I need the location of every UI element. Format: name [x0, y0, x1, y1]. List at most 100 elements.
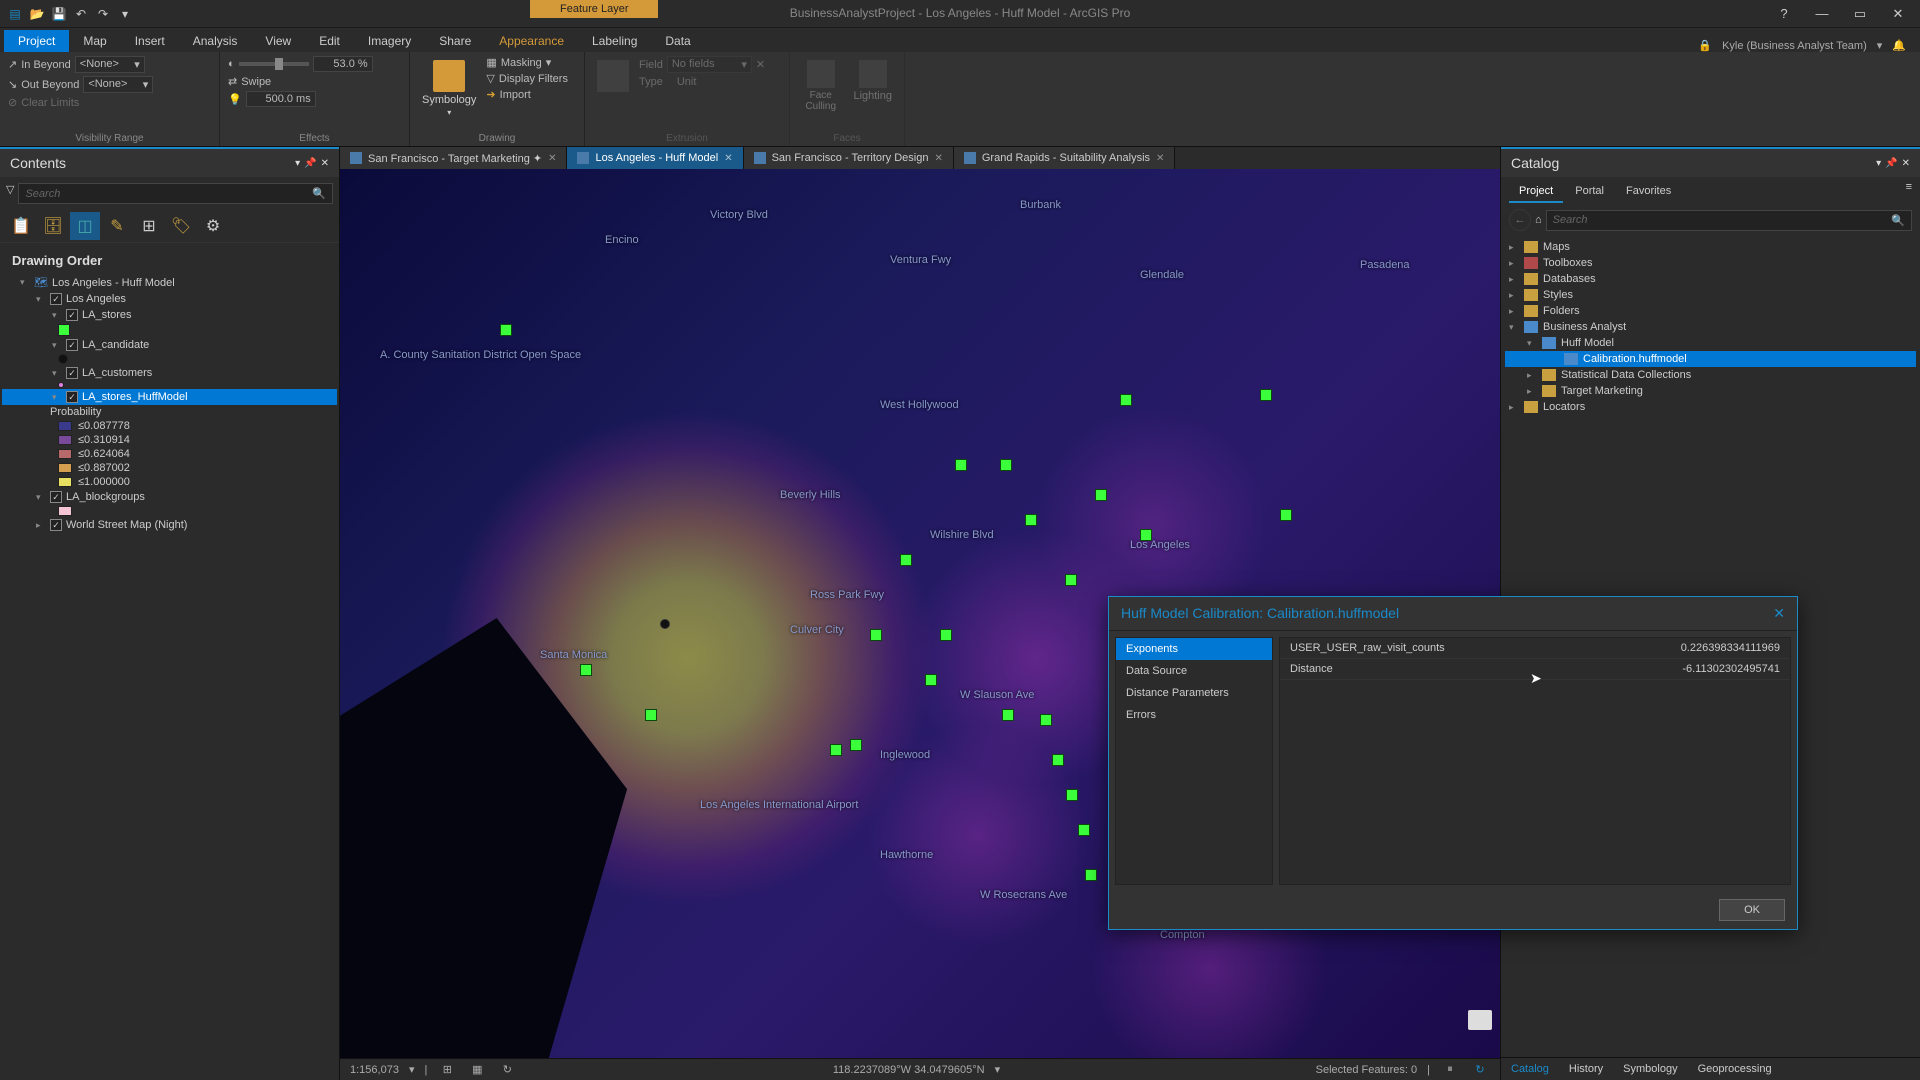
- notifications-icon[interactable]: 🔔: [1892, 39, 1906, 52]
- cat-toolboxes[interactable]: ▸Toolboxes: [1505, 255, 1916, 271]
- cat-huff[interactable]: ▾Huff Model: [1505, 335, 1916, 351]
- dialog-side-item[interactable]: Data Source: [1116, 660, 1272, 682]
- tab-view[interactable]: View: [251, 30, 305, 52]
- list-by-selection-icon[interactable]: ◫: [70, 212, 100, 240]
- tab-analysis[interactable]: Analysis: [179, 30, 252, 52]
- cat-tm[interactable]: ▸Target Marketing: [1505, 383, 1916, 399]
- store-point[interactable]: [1260, 389, 1272, 401]
- store-point[interactable]: [900, 554, 912, 566]
- transparency-value[interactable]: 53.0 %: [313, 56, 373, 72]
- help-button[interactable]: ?: [1766, 2, 1802, 26]
- store-point[interactable]: [500, 324, 512, 336]
- pane-autohide-icon[interactable]: 📌: [304, 158, 316, 169]
- store-point[interactable]: [850, 739, 862, 751]
- toc-layer-candidate[interactable]: ▾LA_candidate: [2, 337, 337, 353]
- tab-labeling[interactable]: Labeling: [578, 30, 651, 52]
- minimize-button[interactable]: —: [1804, 2, 1840, 26]
- qat-more-icon[interactable]: ▾: [116, 5, 134, 23]
- toc-group[interactable]: ▾Los Angeles: [2, 291, 337, 307]
- tab-share[interactable]: Share: [425, 30, 485, 52]
- layer-checkbox[interactable]: [66, 309, 78, 321]
- contents-search-input[interactable]: Search🔍: [18, 183, 333, 204]
- store-point[interactable]: [580, 664, 592, 676]
- scale-dropdown-icon[interactable]: ▾: [409, 1063, 415, 1076]
- tab-imagery[interactable]: Imagery: [354, 30, 425, 52]
- store-point[interactable]: [1025, 514, 1037, 526]
- cat-sdc[interactable]: ▸Statistical Data Collections: [1505, 367, 1916, 383]
- tab-edit[interactable]: Edit: [305, 30, 354, 52]
- sb-pause-icon[interactable]: ⏸: [1440, 1062, 1460, 1078]
- store-point[interactable]: [955, 459, 967, 471]
- catalog-menu-icon[interactable]: ≡: [1906, 181, 1912, 203]
- tab-data[interactable]: Data: [651, 30, 704, 52]
- sb-refresh-icon[interactable]: ↻: [1470, 1062, 1490, 1078]
- scale-value[interactable]: 1:156,073: [350, 1064, 399, 1076]
- candidate-point[interactable]: [660, 619, 670, 629]
- undo-icon[interactable]: ↶: [72, 5, 90, 23]
- swipe-label[interactable]: Swipe: [241, 76, 271, 88]
- chevron-up-icon[interactable]: ↗: [8, 58, 17, 71]
- context-tab-feature-layer[interactable]: Feature Layer: [530, 0, 658, 18]
- cat-databases[interactable]: ▸Databases: [1505, 271, 1916, 287]
- cat-ba[interactable]: ▾Business Analyst: [1505, 319, 1916, 335]
- layer-checkbox[interactable]: [50, 491, 62, 503]
- redo-icon[interactable]: ↷: [94, 5, 112, 23]
- store-point[interactable]: [1280, 509, 1292, 521]
- save-icon[interactable]: 💾: [50, 5, 68, 23]
- pane-autohide-icon[interactable]: 📌: [1885, 158, 1897, 169]
- transparency-slider[interactable]: [239, 62, 309, 66]
- close-button[interactable]: ✕: [1880, 2, 1916, 26]
- cat-styles[interactable]: ▸Styles: [1505, 287, 1916, 303]
- flicker-icon[interactable]: 💡: [228, 93, 242, 106]
- cat-calibration[interactable]: Calibration.huffmodel: [1505, 351, 1916, 367]
- dialog-data-row[interactable]: Distance-6.11302302495741: [1280, 659, 1790, 680]
- out-beyond-dropdown[interactable]: <None>▾: [83, 76, 153, 93]
- dialog-side-item[interactable]: Exponents: [1116, 638, 1272, 660]
- layer-checkbox[interactable]: [66, 391, 78, 403]
- store-point[interactable]: [830, 744, 842, 756]
- store-point[interactable]: [1065, 574, 1077, 586]
- store-point[interactable]: [1095, 489, 1107, 501]
- coordinates[interactable]: 118.2237089°W 34.0479605°N: [833, 1064, 985, 1076]
- group-checkbox[interactable]: [50, 293, 62, 305]
- btab-catalog[interactable]: Catalog: [1501, 1058, 1559, 1080]
- cat-locators[interactable]: ▸Locators: [1505, 399, 1916, 415]
- tab-map[interactable]: Map: [69, 30, 120, 52]
- toc-layer-stores[interactable]: ▾LA_stores: [2, 307, 337, 323]
- tab-close-icon[interactable]: ✕: [1156, 153, 1164, 164]
- import-button[interactable]: ➜Import: [486, 88, 568, 101]
- cat-folders[interactable]: ▸Folders: [1505, 303, 1916, 319]
- map-tab[interactable]: Grand Rapids - Suitability Analysis✕: [954, 147, 1176, 169]
- ok-button[interactable]: OK: [1719, 899, 1785, 921]
- attribution-icon[interactable]: [1468, 1010, 1492, 1030]
- flicker-value[interactable]: 500.0 ms: [246, 91, 316, 107]
- display-filters-button[interactable]: ▽Display Filters: [486, 72, 568, 85]
- btab-symbology[interactable]: Symbology: [1613, 1058, 1687, 1080]
- map-tab[interactable]: Los Angeles - Huff Model✕: [567, 147, 743, 169]
- project-icon[interactable]: ▤: [6, 5, 24, 23]
- home-icon[interactable]: ⌂: [1535, 214, 1542, 226]
- open-icon[interactable]: 📂: [28, 5, 46, 23]
- dialog-data-row[interactable]: USER_USER_raw_visit_counts0.226398334111…: [1280, 638, 1790, 659]
- sb-btn-3[interactable]: ↻: [497, 1062, 517, 1078]
- sb-btn-1[interactable]: ⊞: [437, 1062, 457, 1078]
- cat-maps[interactable]: ▸Maps: [1505, 239, 1916, 255]
- store-point[interactable]: [870, 629, 882, 641]
- btab-geoprocessing[interactable]: Geoprocessing: [1688, 1058, 1782, 1080]
- store-point[interactable]: [1066, 789, 1078, 801]
- list-by-labeling-icon[interactable]: 🏷: [166, 212, 196, 240]
- layer-checkbox[interactable]: [66, 367, 78, 379]
- sb-btn-2[interactable]: ▦: [467, 1062, 487, 1078]
- store-point[interactable]: [940, 629, 952, 641]
- toc-basemap[interactable]: ▸World Street Map (Night): [2, 517, 337, 533]
- nav-back-icon[interactable]: ←: [1509, 209, 1531, 231]
- store-point[interactable]: [1000, 459, 1012, 471]
- list-by-perception-icon[interactable]: ⚙: [198, 212, 228, 240]
- tab-close-icon[interactable]: ✕: [724, 153, 732, 164]
- list-by-snapping-icon[interactable]: ⊞: [134, 212, 164, 240]
- dialog-side-item[interactable]: Errors: [1116, 704, 1272, 726]
- layer-checkbox[interactable]: [66, 339, 78, 351]
- store-point[interactable]: [1085, 869, 1097, 881]
- store-point[interactable]: [1078, 824, 1090, 836]
- coords-dropdown-icon[interactable]: ▾: [995, 1063, 1001, 1076]
